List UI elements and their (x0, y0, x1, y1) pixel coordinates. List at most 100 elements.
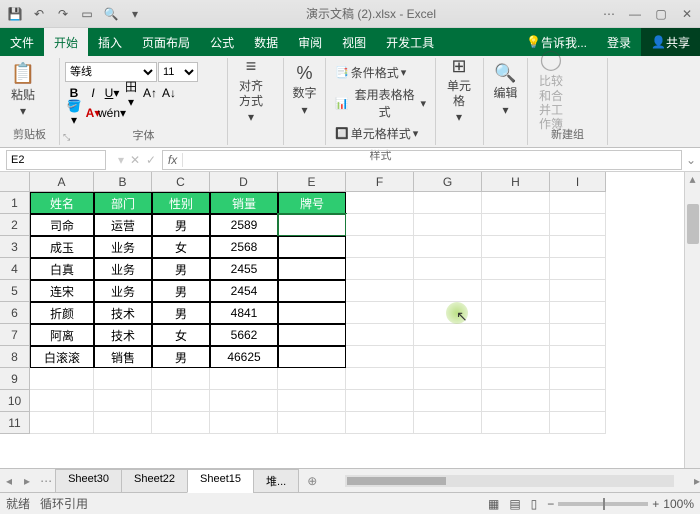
cell-D1[interactable]: 销量 (210, 192, 278, 214)
cell-B2[interactable]: 运营 (94, 214, 152, 236)
cell-F9[interactable] (346, 368, 414, 390)
cell-B9[interactable] (94, 368, 152, 390)
cell-A6[interactable]: 折颜 (30, 302, 94, 324)
cell-H4[interactable] (482, 258, 550, 280)
cell-C2[interactable]: 男 (152, 214, 210, 236)
maximize-icon[interactable]: ▢ (648, 0, 674, 28)
row-header-9[interactable]: 9 (0, 368, 30, 390)
tab-data[interactable]: 数据 (244, 28, 288, 56)
select-all-corner[interactable] (0, 172, 30, 192)
cell-E6[interactable] (278, 302, 346, 324)
tab-view[interactable]: 视图 (332, 28, 376, 56)
share-button[interactable]: 👤 共享 (641, 28, 700, 56)
shrink-font-icon[interactable]: A↓ (160, 84, 178, 102)
cell-G1[interactable] (414, 192, 482, 214)
col-header-B[interactable]: B (94, 172, 152, 192)
col-header-G[interactable]: G (414, 172, 482, 192)
name-box[interactable]: E2 (6, 150, 106, 170)
cell-G3[interactable] (414, 236, 482, 258)
cell-A2[interactable]: 司命 (30, 214, 94, 236)
view-page-icon[interactable]: ▤ (509, 497, 520, 511)
cell-G11[interactable] (414, 412, 482, 434)
cell-F11[interactable] (346, 412, 414, 434)
cell-E7[interactable] (278, 324, 346, 346)
cell-B10[interactable] (94, 390, 152, 412)
row-header-4[interactable]: 4 (0, 258, 30, 280)
cell-H11[interactable] (482, 412, 550, 434)
cell-D3[interactable]: 2568 (210, 236, 278, 258)
tab-file[interactable]: 文件 (0, 28, 44, 56)
row-header-7[interactable]: 7 (0, 324, 30, 346)
cell-C9[interactable] (152, 368, 210, 390)
cell-styles-button[interactable]: 🔲 单元格样式 ▾ (331, 123, 430, 144)
paste-button[interactable]: 📋粘贴▾ (3, 60, 43, 120)
cell-C3[interactable]: 女 (152, 236, 210, 258)
cell-F1[interactable] (346, 192, 414, 214)
cell-D7[interactable]: 5662 (210, 324, 278, 346)
cell-H10[interactable] (482, 390, 550, 412)
cell-H9[interactable] (482, 368, 550, 390)
cell-G7[interactable] (414, 324, 482, 346)
cell-C4[interactable]: 男 (152, 258, 210, 280)
cell-D4[interactable]: 2455 (210, 258, 278, 280)
cell-D8[interactable]: 46625 (210, 346, 278, 368)
namebox-dropdown-icon[interactable]: ▾ (112, 153, 130, 167)
grow-font-icon[interactable]: A↑ (141, 84, 159, 102)
row-header-11[interactable]: 11 (0, 412, 30, 434)
italic-button[interactable]: I (84, 84, 102, 102)
cell-I4[interactable] (550, 258, 606, 280)
cell-B6[interactable]: 技术 (94, 302, 152, 324)
cell-E8[interactable] (278, 346, 346, 368)
row-header-5[interactable]: 5 (0, 280, 30, 302)
cell-F4[interactable] (346, 258, 414, 280)
font-dialog-icon[interactable]: ⤡ (63, 132, 222, 143)
cell-D2[interactable]: 2589 (210, 214, 278, 236)
expand-formula-icon[interactable]: ⌄ (686, 153, 700, 167)
col-header-A[interactable]: A (30, 172, 94, 192)
cell-E1[interactable]: 牌号 (278, 192, 346, 214)
cell-E4[interactable] (278, 258, 346, 280)
cell-C1[interactable]: 性别 (152, 192, 210, 214)
cell-F10[interactable] (346, 390, 414, 412)
cell-H6[interactable] (482, 302, 550, 324)
ribbon-options-icon[interactable]: ⋯ (596, 0, 622, 28)
formula-bar[interactable]: fx (162, 150, 682, 170)
zoom-level[interactable]: 100% (663, 497, 694, 511)
view-normal-icon[interactable]: ▦ (488, 497, 499, 511)
minimize-icon[interactable]: — (622, 0, 648, 28)
cell-I6[interactable] (550, 302, 606, 324)
print-preview-icon[interactable]: 🔍 (100, 3, 122, 25)
cell-E9[interactable] (278, 368, 346, 390)
cell-C5[interactable]: 男 (152, 280, 210, 302)
cell-C7[interactable]: 女 (152, 324, 210, 346)
cell-I7[interactable] (550, 324, 606, 346)
cell-A8[interactable]: 白滚滚 (30, 346, 94, 368)
sheet-tab-堆...[interactable]: 堆... (253, 469, 299, 493)
cell-H7[interactable] (482, 324, 550, 346)
cell-I9[interactable] (550, 368, 606, 390)
cell-A3[interactable]: 成玉 (30, 236, 94, 258)
cell-F2[interactable] (346, 214, 414, 236)
border-button[interactable]: 田▾ (122, 84, 140, 102)
cell-D9[interactable] (210, 368, 278, 390)
redo-icon[interactable]: ↷ (52, 3, 74, 25)
sheet-tab-Sheet30[interactable]: Sheet30 (55, 469, 122, 493)
cell-D11[interactable] (210, 412, 278, 434)
phonetic-button[interactable]: wén▾ (103, 104, 121, 122)
cell-A11[interactable] (30, 412, 94, 434)
cell-I1[interactable] (550, 192, 606, 214)
vertical-scrollbar[interactable]: ▴ (684, 172, 700, 468)
cell-E2[interactable] (278, 214, 346, 236)
fill-color-button[interactable]: 🪣▾ (65, 104, 83, 122)
new-doc-icon[interactable]: ▭ (76, 3, 98, 25)
format-as-table-button[interactable]: 📊 套用表格格式 ▾ (331, 84, 430, 122)
cells-button[interactable]: ⊞单元格▾ (439, 60, 479, 120)
editing-button[interactable]: 🔍编辑▾ (487, 60, 524, 120)
cell-B5[interactable]: 业务 (94, 280, 152, 302)
cell-C8[interactable]: 男 (152, 346, 210, 368)
cell-F6[interactable] (346, 302, 414, 324)
cell-I2[interactable] (550, 214, 606, 236)
cell-E5[interactable] (278, 280, 346, 302)
cell-B3[interactable]: 业务 (94, 236, 152, 258)
cell-G4[interactable] (414, 258, 482, 280)
